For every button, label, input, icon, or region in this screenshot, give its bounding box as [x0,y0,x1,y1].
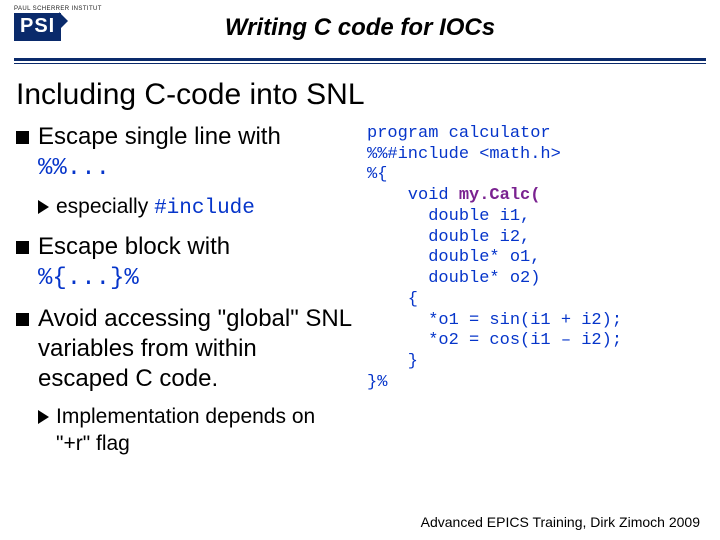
slide-body: Escape single line with %%... especially… [0,122,720,467]
triangle-bullet-icon [38,410,49,424]
code-function-name: my.Calc( [459,186,541,205]
subbullet-text: especially [56,195,154,218]
bullet-code: %{...}% [38,265,139,292]
bullet-code: %%... [38,155,110,182]
code-block: program calculator %%#include <math.h> %… [367,124,704,394]
divider-thin [14,63,706,64]
bullet-text: Escape block with [38,233,230,260]
slide: PAUL SCHERRER INSTITUT PSI Writing C cod… [0,0,720,540]
square-bullet-icon [16,241,29,254]
subbullet-text: Implementation depends on "+r" flag [56,404,353,457]
section-title: Including C-code into SNL [16,78,720,112]
square-bullet-icon [16,131,29,144]
psi-logo: PAUL SCHERRER INSTITUT PSI [14,6,104,50]
triangle-bullet-icon [38,200,49,214]
subbullet-code: #include [154,197,255,220]
bullet-column: Escape single line with %%... especially… [16,122,361,467]
bullet-escape-line: Escape single line with %%... [16,122,353,184]
slide-footer: Advanced EPICS Training, Dirk Zimoch 200… [421,514,700,530]
bullet-escape-block: Escape block with %{...}% [16,232,353,294]
divider-thick [14,58,706,61]
code-column: program calculator %%#include <math.h> %… [361,122,704,467]
square-bullet-icon [16,313,29,326]
logo-text: PSI [14,13,61,41]
slide-header: PAUL SCHERRER INSTITUT PSI Writing C cod… [0,0,720,58]
subbullet-implementation-flag: Implementation depends on "+r" flag [38,404,353,457]
logo-triangle-icon [59,12,68,30]
bullet-avoid-globals: Avoid accessing "global" SNL variables f… [16,304,353,394]
slide-title: Writing C code for IOCs [0,0,720,42]
subbullet-especially-include: especially #include [38,194,353,222]
bullet-text: Avoid accessing "global" SNL variables f… [38,304,353,394]
bullet-text: Escape single line with [38,123,281,150]
